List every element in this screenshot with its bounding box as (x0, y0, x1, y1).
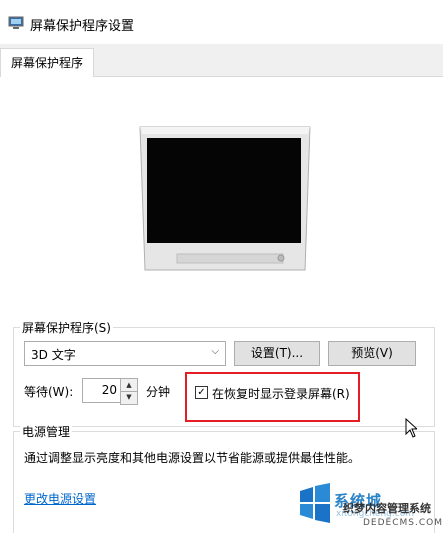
monitor-preview (139, 126, 311, 271)
spin-down-icon[interactable]: ▼ (121, 391, 137, 403)
wait-label: 等待(W): (24, 385, 74, 399)
resume-checkbox-label[interactable]: 在恢复时显示登录屏幕(R) (212, 385, 350, 402)
screensaver-group-label: 屏幕保护程序(S) (20, 319, 113, 336)
watermark-logo-icon (300, 483, 330, 523)
screensaver-panel: 屏幕保护程序(S) 3D 文字 ⌵ 设置(T)... 预览(V) 等待(W): … (0, 77, 443, 533)
tab-strip: 屏幕保护程序 (0, 44, 443, 77)
change-power-settings-link[interactable]: 更改电源设置 (24, 490, 96, 507)
monitor-icon (8, 16, 24, 29)
window-title: 屏幕保护程序设置 (30, 19, 135, 34)
wait-minutes-value: 20 (101, 383, 117, 397)
power-description: 通过调整显示亮度和其他电源设置以节省能源或提供最佳性能。 (24, 451, 361, 465)
settings-button[interactable]: 设置(T)... (234, 341, 320, 366)
wait-minutes-input[interactable]: 20 (82, 378, 122, 403)
resume-checkbox[interactable]: ✓ (195, 386, 208, 399)
screensaver-select-value: 3D 文字 (31, 348, 76, 362)
watermark-brand: 织梦内容管理系统 (343, 502, 431, 515)
power-group-label: 电源管理 (20, 423, 73, 440)
chevron-down-icon: ⌵ (211, 346, 219, 357)
watermark-url: DEDECMS.COM (363, 518, 443, 528)
title-bar: 屏幕保护程序设置 (0, 0, 443, 44)
wait-minutes-stepper: ▲ ▼ (120, 378, 138, 405)
screensaver-select[interactable]: 3D 文字 ⌵ (24, 341, 226, 366)
wait-unit-label: 分钟 (146, 385, 171, 399)
preview-button[interactable]: 预览(V) (328, 341, 416, 366)
mouse-cursor-icon (405, 418, 417, 438)
tab-screensaver[interactable]: 屏幕保护程序 (0, 48, 95, 77)
